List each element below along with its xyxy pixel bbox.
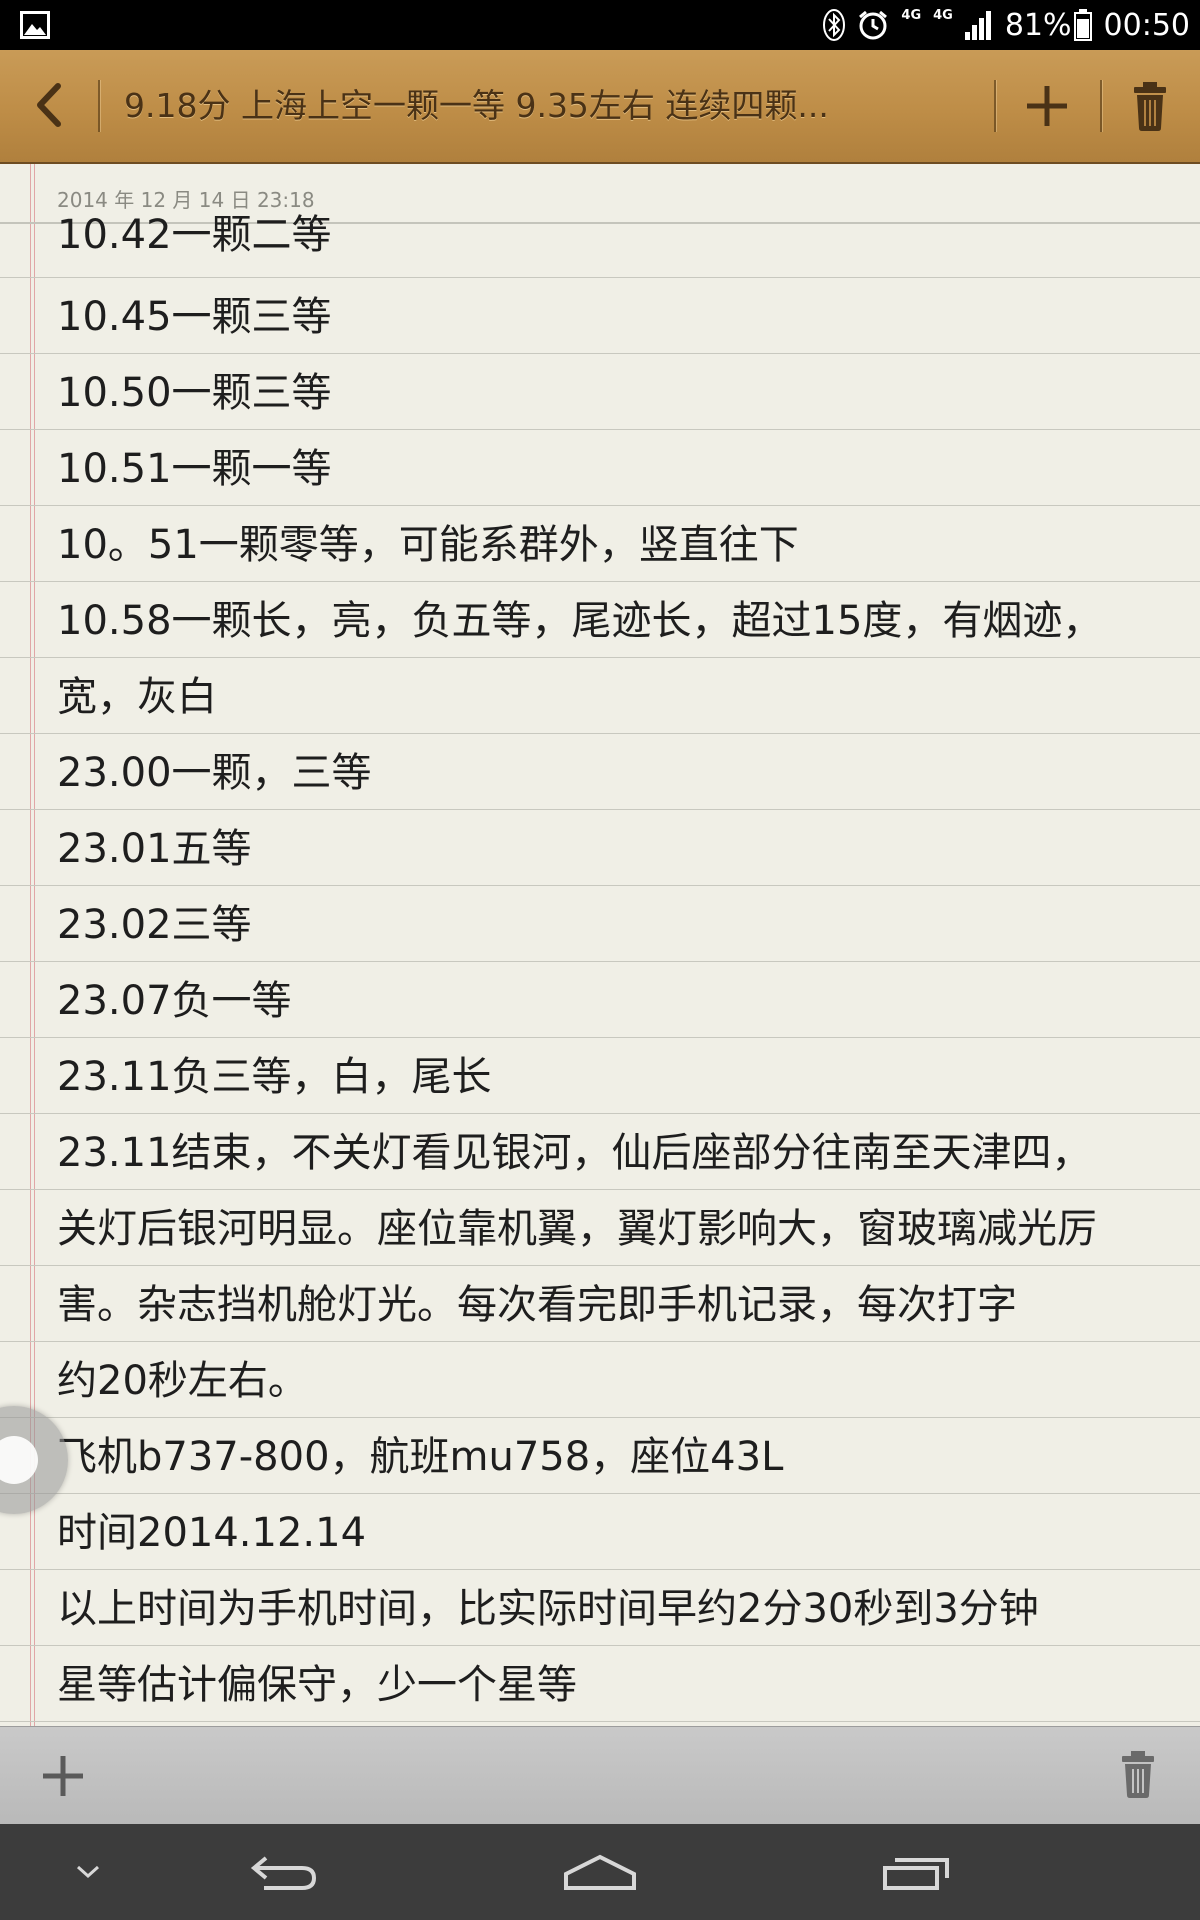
note-line-text: 关灯后银河明显。座位靠机翼，翼灯影响大，窗玻璃减光厉 (57, 1206, 1097, 1252)
signal-icon (964, 11, 991, 40)
note-line: 星等估计偏保守，少一个星等 (0, 1646, 1200, 1722)
note-line-text: 星等估计偏保守，少一个星等 (57, 1662, 577, 1708)
note-line: 23.02三等 (0, 886, 1200, 962)
battery-icon (1073, 9, 1092, 41)
note-line: 23.07负一等 (0, 962, 1200, 1038)
network-type-1: 4G (901, 8, 922, 23)
title-divider-mid (994, 80, 996, 132)
status-indicators: 4G 4G 81% 00:50 (823, 0, 1190, 50)
plus-icon[interactable] (40, 1753, 86, 1799)
note-line: 10.42一颗二等 (0, 212, 1200, 278)
note-line-text: 宽，灰白 (57, 674, 217, 720)
title-divider-right (1100, 80, 1102, 132)
navigation-bar (0, 1824, 1200, 1920)
chevron-down-icon (76, 1865, 100, 1879)
add-note-button[interactable] (1022, 78, 1072, 134)
note-line-text: 10。51一颗零等，可能系群外，竖直往下 (57, 522, 799, 568)
back-arrow-icon (250, 1856, 317, 1890)
note-line: 23.01五等 (0, 810, 1200, 886)
recent-apps-button[interactable] (872, 1824, 962, 1920)
note-line-text: 23.00一颗，三等 (57, 750, 372, 796)
delete-note-button[interactable] (1128, 78, 1172, 134)
note-line-text: 10.45一颗三等 (57, 294, 332, 340)
note-line: 10.50一颗三等 (0, 354, 1200, 430)
note-line-text: 飞机b737-800，航班mu758，座位43L (57, 1434, 784, 1480)
status-bar: 4G 4G 81% 00:50 (0, 0, 1200, 50)
gallery-icon (20, 11, 50, 39)
recent-apps-icon (883, 1858, 949, 1890)
note-date: 2014 年 12 月 14 日 23:18 (57, 188, 315, 212)
note-line: 害。杂志挡机舱灯光。每次看完即手机记录，每次打字 (0, 1266, 1200, 1342)
note-line-text: 10.51一颗一等 (57, 446, 332, 492)
note-line: 10.45一颗三等 (0, 278, 1200, 354)
note-line: 关灯后银河明显。座位靠机翼，翼灯影响大，窗玻璃减光厉 (0, 1190, 1200, 1266)
alarm-icon (859, 10, 888, 40)
battery-percent: 81% (1004, 7, 1072, 43)
note-line: 23.00一颗，三等 (0, 734, 1200, 810)
back-button[interactable] (240, 1824, 330, 1920)
clock: 00:50 (1103, 7, 1190, 43)
note-line: 23.11负三等，白，尾长 (0, 1038, 1200, 1114)
home-icon (564, 1854, 636, 1890)
note-line: 宽，灰白 (0, 658, 1200, 734)
title-divider-left (98, 80, 100, 132)
note-line: 时间2014.12.14 (0, 1494, 1200, 1570)
network-type-2: 4G (933, 8, 953, 23)
note-line-text: 约20秒左右。 (57, 1358, 308, 1404)
note-line-text: 害。杂志挡机舱灯光。每次看完即手机记录，每次打字 (57, 1282, 1017, 1328)
note-line: 飞机b737-800，航班mu758，座位43L (0, 1418, 1200, 1494)
note-line-text: 时间2014.12.14 (57, 1510, 367, 1556)
title-bar: 9.18分 上海上空一颗一等 9.35左右 连续四颗... (0, 50, 1200, 164)
note-line: 10.58一颗长，亮，负五等，尾迹长，超过15度，有烟迹， (0, 582, 1200, 658)
note-line: 23.11结束，不关灯看见银河，仙后座部分往南至天津四， (0, 1114, 1200, 1190)
home-button[interactable] (555, 1824, 645, 1920)
note-line-text: 23.02三等 (57, 902, 252, 948)
note-line-text: 10.58一颗长，亮，负五等，尾迹长，超过15度，有烟迹， (57, 598, 1103, 644)
hide-nav-button[interactable] (60, 1824, 116, 1920)
note-line-text: 23.01五等 (57, 826, 252, 872)
note-line-text: 23.07负一等 (57, 978, 292, 1024)
note-line: 10.51一颗一等 (0, 430, 1200, 506)
bluetooth-icon (823, 9, 846, 41)
note-line: 以上时间为手机时间，比实际时间早约2分30秒到3分钟 (0, 1570, 1200, 1646)
note-title: 9.18分 上海上空一颗一等 9.35左右 连续四颗... (124, 86, 829, 125)
note-line-text: 23.11结束，不关灯看见银河，仙后座部分往南至天津四， (57, 1130, 1092, 1176)
note-line-text: 23.11负三等，白，尾长 (57, 1054, 492, 1100)
bottom-toolbar (0, 1726, 1200, 1825)
note-line: 约20秒左右。 (0, 1342, 1200, 1418)
note-line-text: 10.50一颗三等 (57, 370, 332, 416)
note-line-text: 以上时间为手机时间，比实际时间早约2分30秒到3分钟 (57, 1586, 1039, 1632)
note-lines: 10.42一颗二等 10.45一颗三等 10.50一颗三等 10.51一颗一等 … (0, 212, 1200, 1726)
note-body[interactable]: 2014 年 12 月 14 日 23:18 10.42一颗二等 10.45一颗… (0, 164, 1200, 1726)
note-line-text: 10.42一颗二等 (57, 212, 332, 258)
back-chevron-icon[interactable] (28, 78, 72, 132)
trash-icon[interactable] (1118, 1749, 1158, 1799)
note-line: 10。51一颗零等，可能系群外，竖直往下 (0, 506, 1200, 582)
